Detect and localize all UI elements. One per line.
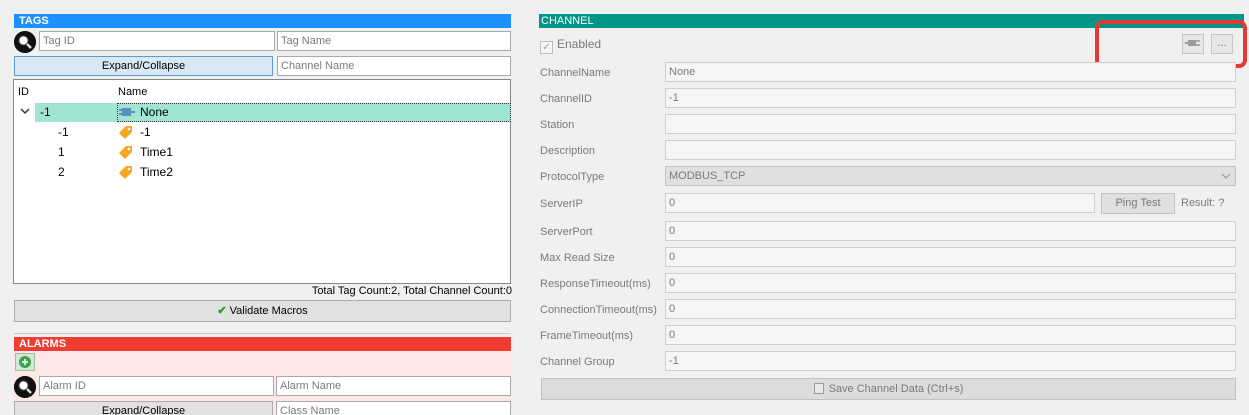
tree-row[interactable]: -1 -1 [15,123,510,142]
max-read-size-label: Max Read Size [540,252,615,264]
tree-row-channel[interactable]: -1 None [15,103,511,124]
tag-name-input[interactable] [277,31,511,51]
row-id: 1 [58,145,65,159]
connection-timeout-label: ConnectionTimeout(ms) [540,304,657,316]
tag-icon [118,164,134,180]
alarm-expand-collapse-button[interactable]: Expand/Collapse [14,401,273,415]
total-count-label: Total Tag Count:2, Total Channel Count:0 [311,285,512,297]
tags-section-header: TAGS [14,14,511,28]
section-divider [14,333,511,334]
save-icon [813,383,824,394]
row-id: -1 [58,125,69,139]
row-name: None [140,105,169,119]
save-channel-button[interactable]: Save Channel Data (Ctrl+s) [541,378,1236,400]
tag-id-input[interactable] [39,31,275,51]
channel-icon [119,104,135,120]
chevron-down-icon[interactable] [20,103,30,124]
tag-icon [118,144,134,160]
column-header-id[interactable]: ID [18,86,29,98]
enabled-label: Enabled [557,37,602,51]
row-name: -1 [140,125,151,139]
tag-icon [118,124,134,140]
alarms-section-header: ALARMS [14,337,511,351]
protocol-type-select[interactable]: MODBUS_TCP [665,166,1236,186]
protocol-type-value: MODBUS_TCP [669,170,746,182]
enabled-checkbox[interactable]: ✓ Enabled [540,37,601,54]
add-alarm-icon [19,356,31,368]
protocol-type-label: ProtocolType [540,171,605,183]
row-id: -1 [40,105,51,119]
column-header-name[interactable]: Name [118,86,147,98]
row-name: Time2 [140,165,173,179]
channel-name-label: ChannelName [540,67,611,79]
ping-result-label: Result: ? [1181,197,1225,209]
station-field[interactable] [665,114,1236,134]
validate-macros-button[interactable]: ✔ Validate Macros [14,300,511,322]
description-field[interactable] [665,140,1236,160]
channel-name-field[interactable]: None [665,62,1236,82]
station-label: Station [540,119,575,131]
add-alarm-button[interactable] [15,353,35,371]
annotation-highlight [1095,20,1247,68]
server-port-field[interactable]: 0 [665,221,1236,241]
validate-macros-label: Validate Macros [229,305,308,317]
max-read-size-field[interactable]: 0 [665,247,1236,267]
alarm-name-input[interactable] [276,376,511,396]
server-port-label: ServerPort [540,226,593,238]
tree-row[interactable]: 1 Time1 [15,143,510,162]
server-ip-label: ServerIP [540,198,583,210]
row-id: 2 [58,165,65,179]
alarm-id-input[interactable] [39,376,274,396]
connection-timeout-field[interactable]: 0 [665,299,1236,319]
search-icon[interactable] [14,376,36,398]
chevron-down-icon [1221,167,1231,191]
ping-test-button[interactable]: Ping Test [1101,193,1175,214]
response-timeout-label: ResponseTimeout(ms) [540,278,651,290]
channel-group-field[interactable]: -1 [665,351,1236,371]
frame-timeout-field[interactable]: 0 [665,325,1236,345]
expand-collapse-button[interactable]: Expand/Collapse [14,56,273,76]
check-icon: ✔ [217,305,227,317]
checkbox-checked-icon: ✓ [540,41,553,54]
tags-tree[interactable]: ID Name -1 None -1 -1 1 Time1 2 Time2 [13,79,511,284]
channel-group-label: Channel Group [540,356,615,368]
server-ip-field[interactable]: 0 [665,193,1095,213]
class-name-input[interactable] [276,401,511,415]
description-label: Description [540,145,596,157]
row-name: Time1 [140,145,173,159]
channel-id-label: ChannelID [540,93,592,105]
tree-row[interactable]: 2 Time2 [15,163,510,182]
save-channel-label: Save Channel Data (Ctrl+s) [828,383,964,395]
frame-timeout-label: FrameTimeout(ms) [540,330,634,342]
channel-name-input[interactable] [277,56,511,76]
response-timeout-field[interactable]: 0 [665,273,1236,293]
channel-id-field[interactable]: -1 [665,88,1236,108]
search-icon[interactable] [14,31,36,53]
